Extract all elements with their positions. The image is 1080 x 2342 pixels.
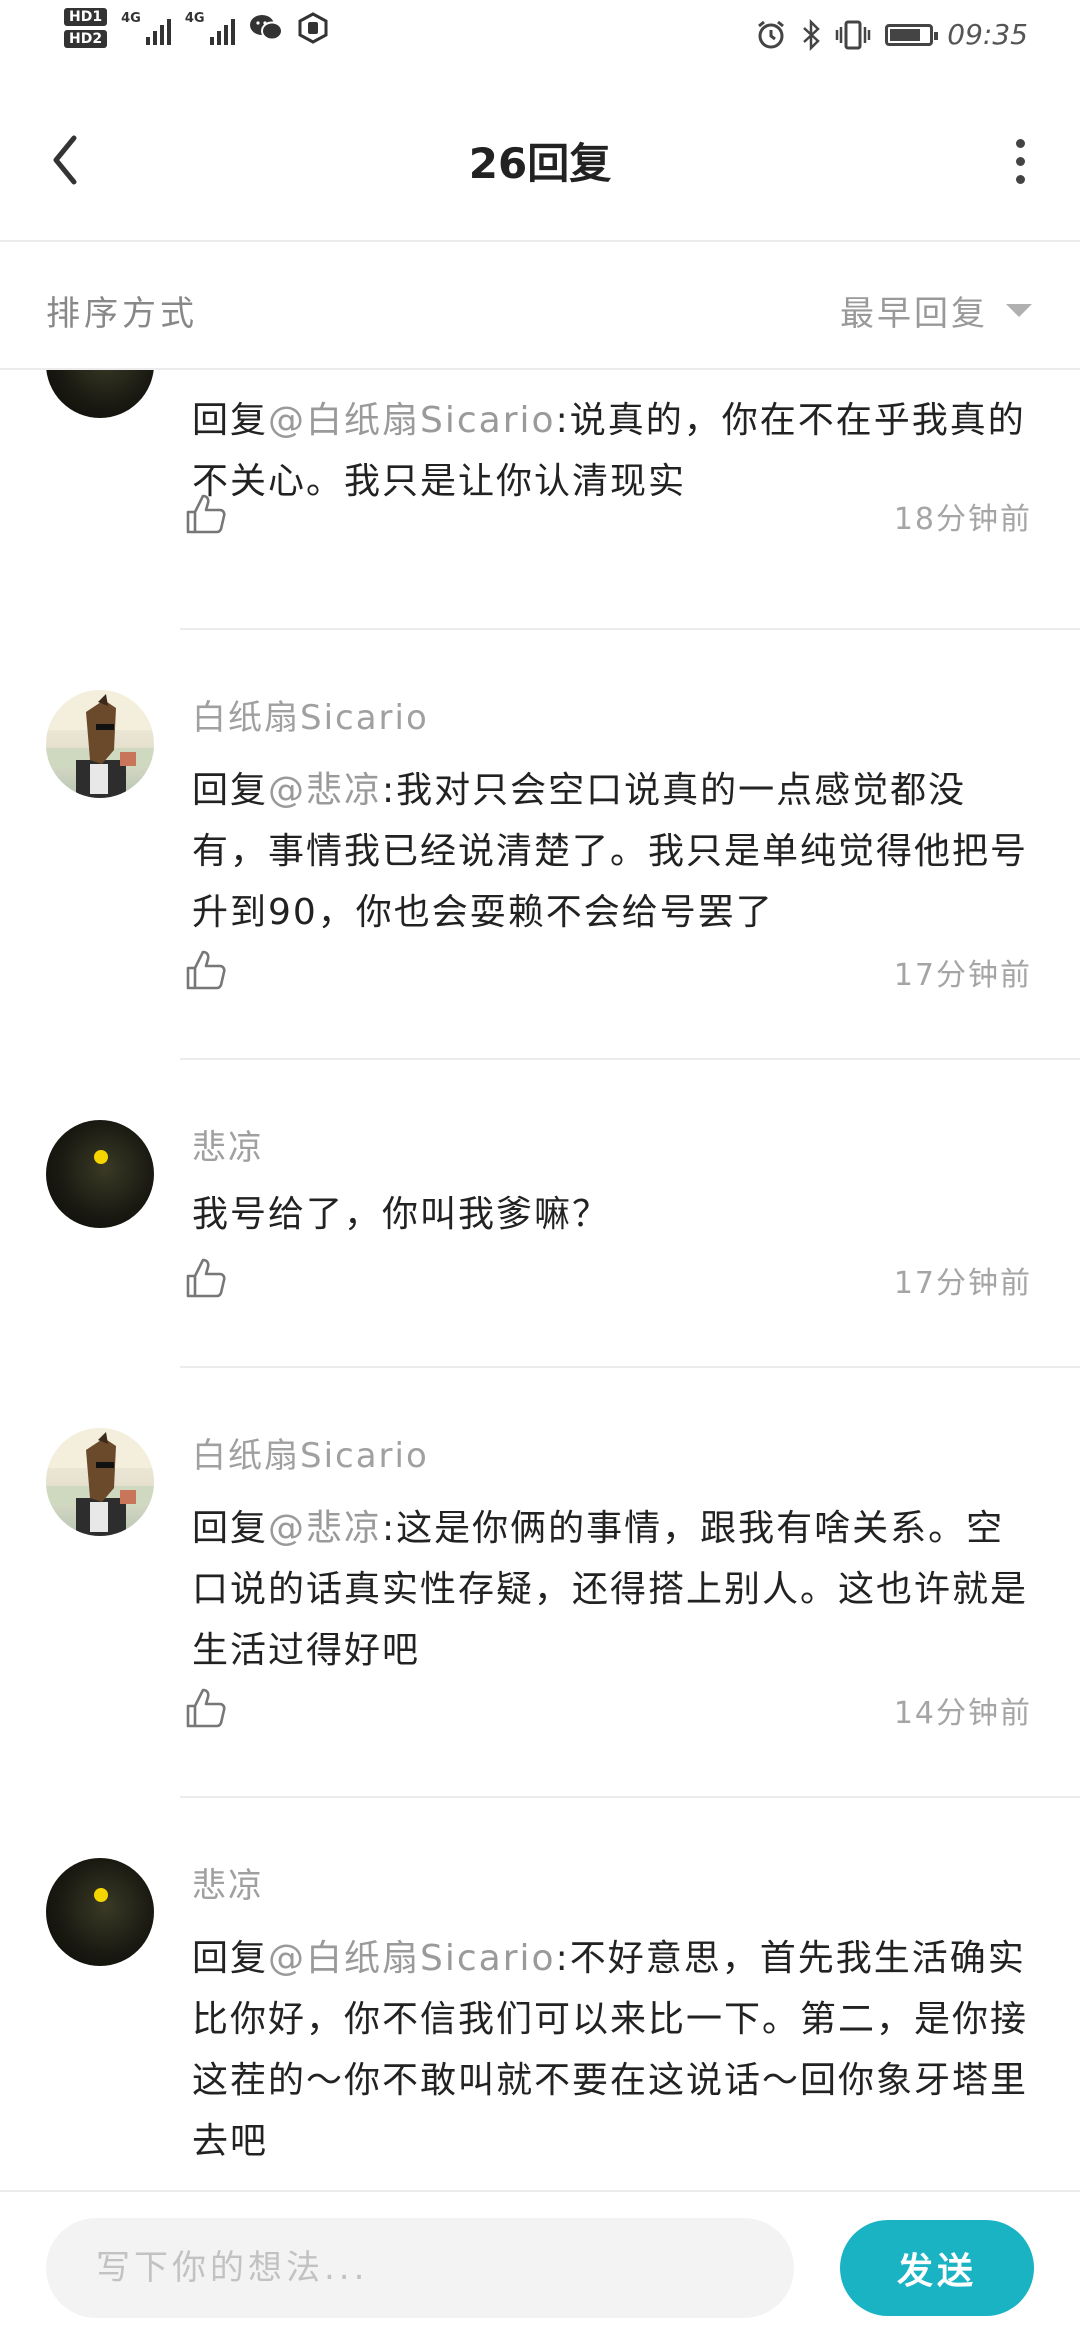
- horse-avatar-image: [46, 690, 154, 798]
- reply-prefix: 回复: [192, 1938, 269, 1979]
- send-button[interactable]: 发送: [840, 2220, 1034, 2316]
- more-options-button[interactable]: [1000, 126, 1040, 196]
- avatar[interactable]: [46, 690, 154, 798]
- reply-prefix: 回复: [192, 1508, 269, 1549]
- comment-item: 白纸扇Sicario 回复@悲凉:这是你俩的事情，跟我有啥关系。空口说的话真实性…: [0, 1368, 1080, 1798]
- avatar[interactable]: [46, 1428, 154, 1536]
- status-left: HD1 HD2 4G 4G: [64, 8, 329, 48]
- thumbs-up-icon[interactable]: [184, 948, 228, 992]
- status-right: 09:35: [755, 18, 1028, 51]
- thumbs-up-icon[interactable]: [184, 1256, 228, 1300]
- comment-item: 悲凉 回复@白纸扇Sicario:不好意思，首先我生活确实比你好，你不信我们可以…: [0, 1798, 1080, 2190]
- network-type-2: 4G: [184, 11, 205, 26]
- comment-author[interactable]: 悲凉: [192, 1858, 264, 1907]
- bluetooth-icon: [803, 18, 821, 51]
- comment-time: 17分钟前: [893, 958, 1032, 993]
- comment-time: 14分钟前: [893, 1696, 1032, 1731]
- hexagon-app-icon: [298, 12, 328, 44]
- comment-author[interactable]: 白纸扇Sicario: [192, 1428, 429, 1477]
- sort-dropdown[interactable]: 最早回复: [840, 286, 1032, 335]
- comment-text: 回复@白纸扇Sicario:不好意思，首先我生活确实比你好，你不信我们可以来比一…: [192, 1928, 1032, 2172]
- alarm-icon: [758, 20, 785, 48]
- battery-icon: [885, 23, 939, 46]
- comment-text: 回复@悲凉:这是你俩的事情，跟我有啥关系。空口说的话真实性存疑，还得搭上别人。这…: [192, 1498, 1032, 1681]
- vibrate-icon: [836, 20, 871, 49]
- comment-text: 我号给了，你叫我爹嘛？: [192, 1184, 1032, 1245]
- comment-body: 我号给了，你叫我爹嘛？: [192, 1194, 611, 1235]
- page-title: 26回复: [468, 139, 612, 188]
- thumbs-up-icon[interactable]: [184, 492, 228, 536]
- wechat-icon: [249, 15, 283, 41]
- more-vertical-icon: [1015, 138, 1025, 148]
- comment-author[interactable]: 悲凉: [192, 1120, 264, 1169]
- avatar[interactable]: [46, 370, 154, 418]
- comment-list[interactable]: 回复@白纸扇Sicario:说真的，你在不在乎我真的不关心。我只是让你认清现实 …: [0, 370, 1080, 2190]
- comment-author[interactable]: 白纸扇Sicario: [192, 690, 429, 739]
- comment-input[interactable]: [46, 2218, 794, 2318]
- reply-prefix: 回复: [192, 770, 269, 811]
- signal-icon-2: 4G: [185, 11, 235, 45]
- comment-text: 回复@悲凉:我对只会空口说真的一点感觉都没有，事情我已经说清楚了。我只是单纯觉得…: [192, 760, 1032, 943]
- avatar[interactable]: [46, 1120, 154, 1228]
- avatar[interactable]: [46, 1858, 154, 1966]
- caret-down-icon: [1006, 304, 1032, 317]
- hd2-badge: HD2: [64, 30, 108, 48]
- sort-label: 排序方式: [46, 294, 198, 334]
- reply-prefix: 回复: [192, 400, 269, 441]
- hd1-badge: HD1: [64, 8, 108, 26]
- mention-link[interactable]: @白纸扇Sicario: [268, 1938, 556, 1979]
- sort-bar: 排序方式 最早回复: [0, 242, 1080, 370]
- status-time: 09:35: [947, 18, 1028, 51]
- top-app-bar: 26回复: [0, 80, 1080, 242]
- comment-composer: 发送: [0, 2190, 1080, 2342]
- status-bar: HD1 HD2 4G 4G 09:35: [0, 0, 1080, 80]
- sim-hd-indicators: HD1 HD2: [64, 8, 108, 48]
- comment-item: 白纸扇Sicario 回复@悲凉:我对只会空口说真的一点感觉都没有，事情我已经说…: [0, 630, 1080, 1060]
- comment-item: 悲凉 我号给了，你叫我爹嘛？ 17分钟前: [0, 1060, 1080, 1370]
- comment-time: 18分钟前: [893, 502, 1032, 537]
- mention-link[interactable]: @白纸扇Sicario: [268, 400, 556, 441]
- comment-time: 17分钟前: [893, 1266, 1032, 1301]
- mention-link[interactable]: @悲凉: [268, 770, 382, 811]
- battery-level: [890, 28, 921, 41]
- network-type-1: 4G: [121, 11, 141, 26]
- sort-selected-value: 最早回复: [840, 294, 988, 334]
- mention-link[interactable]: @悲凉: [268, 1508, 382, 1549]
- thumbs-up-icon[interactable]: [184, 1686, 228, 1730]
- signal-icon-1: 4G: [121, 11, 171, 45]
- horse-avatar-image: [46, 1428, 154, 1536]
